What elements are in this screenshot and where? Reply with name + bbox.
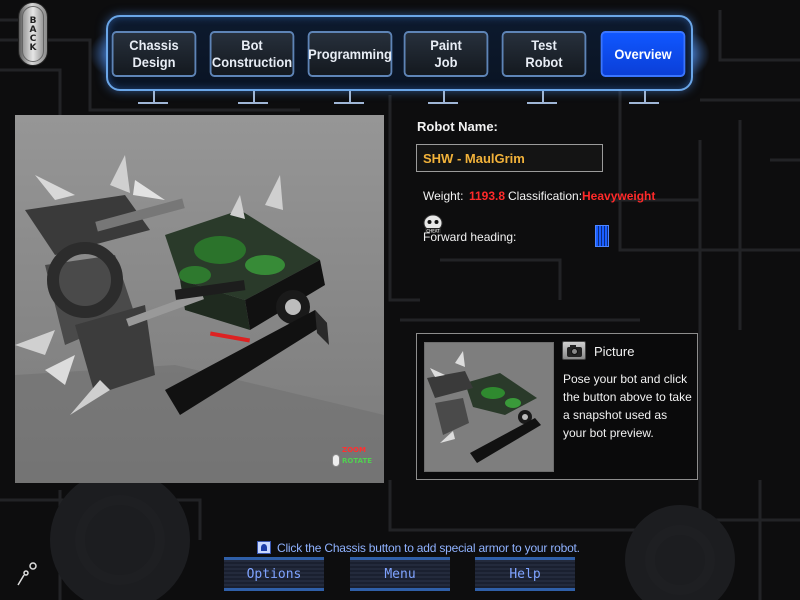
zoom-label: ZOOM [342, 446, 366, 454]
zoom-rotate-hint: ZOOM ROTATE [332, 446, 380, 474]
system-menu-icon[interactable] [16, 561, 40, 587]
tab-label: Chassis [129, 37, 179, 53]
nav-tick [138, 102, 168, 104]
tab-label: Robot [525, 54, 563, 70]
nav-tick [527, 102, 557, 104]
nav-tick [629, 102, 659, 104]
slider-thumb[interactable] [595, 225, 609, 247]
classification-value: Heavyweight [582, 189, 656, 203]
nav-tick [334, 102, 364, 104]
tab-test-robot[interactable]: Test Robot [501, 31, 587, 77]
tab-label: Paint [430, 37, 462, 53]
back-button[interactable]: BACK [18, 2, 48, 66]
preview-image [425, 343, 553, 471]
back-button-label: BACK [22, 6, 44, 62]
tab-label: Programming [308, 45, 392, 62]
forward-heading-label: Forward heading: [423, 230, 517, 244]
tab-bot-construction[interactable]: Bot Construction [209, 31, 295, 77]
picture-title: Picture [594, 344, 635, 359]
robot-3d-viewport[interactable] [15, 115, 384, 483]
robot-name-label: Robot Name: [417, 119, 498, 134]
bot-preview-thumbnail [424, 342, 554, 472]
picture-description: Pose your bot and click the button above… [563, 372, 692, 440]
options-button[interactable]: Options [224, 557, 324, 591]
tip-icon [257, 541, 271, 554]
tip-text: Click the Chassis button to add special … [277, 541, 580, 555]
camera-icon [571, 348, 578, 355]
tab-paint-job[interactable]: Paint Job [403, 31, 489, 77]
forward-heading-slider[interactable] [595, 225, 609, 247]
tab-label: Design [132, 54, 176, 70]
robot-name-field[interactable]: SHW - MaulGrim [416, 144, 603, 172]
tab-label: Test [531, 37, 557, 53]
mouse-icon [332, 454, 340, 467]
weight-label: Weight: [423, 189, 464, 203]
nav-glow-right [690, 32, 710, 76]
tab-label: Job [434, 54, 458, 70]
weight-value: 1193.8 [469, 189, 506, 203]
classification-label: Classification: [508, 189, 583, 203]
tab-overview[interactable]: Overview [600, 31, 686, 77]
help-button[interactable]: Help [475, 557, 575, 591]
tip-icon [261, 544, 267, 551]
robot-model [15, 115, 384, 483]
nav-tick [428, 102, 458, 104]
nav-tick [238, 102, 268, 104]
camera-button[interactable] [562, 341, 586, 360]
tab-chassis-design[interactable]: Chassis Design [111, 31, 197, 77]
tab-label: Construction [211, 54, 293, 70]
tab-programming[interactable]: Programming [307, 31, 393, 77]
menu-button[interactable]: Menu [350, 557, 450, 591]
tab-label: Overview [614, 45, 672, 62]
tab-label: Bot [241, 37, 263, 53]
rotate-label: ROTATE [342, 457, 373, 465]
